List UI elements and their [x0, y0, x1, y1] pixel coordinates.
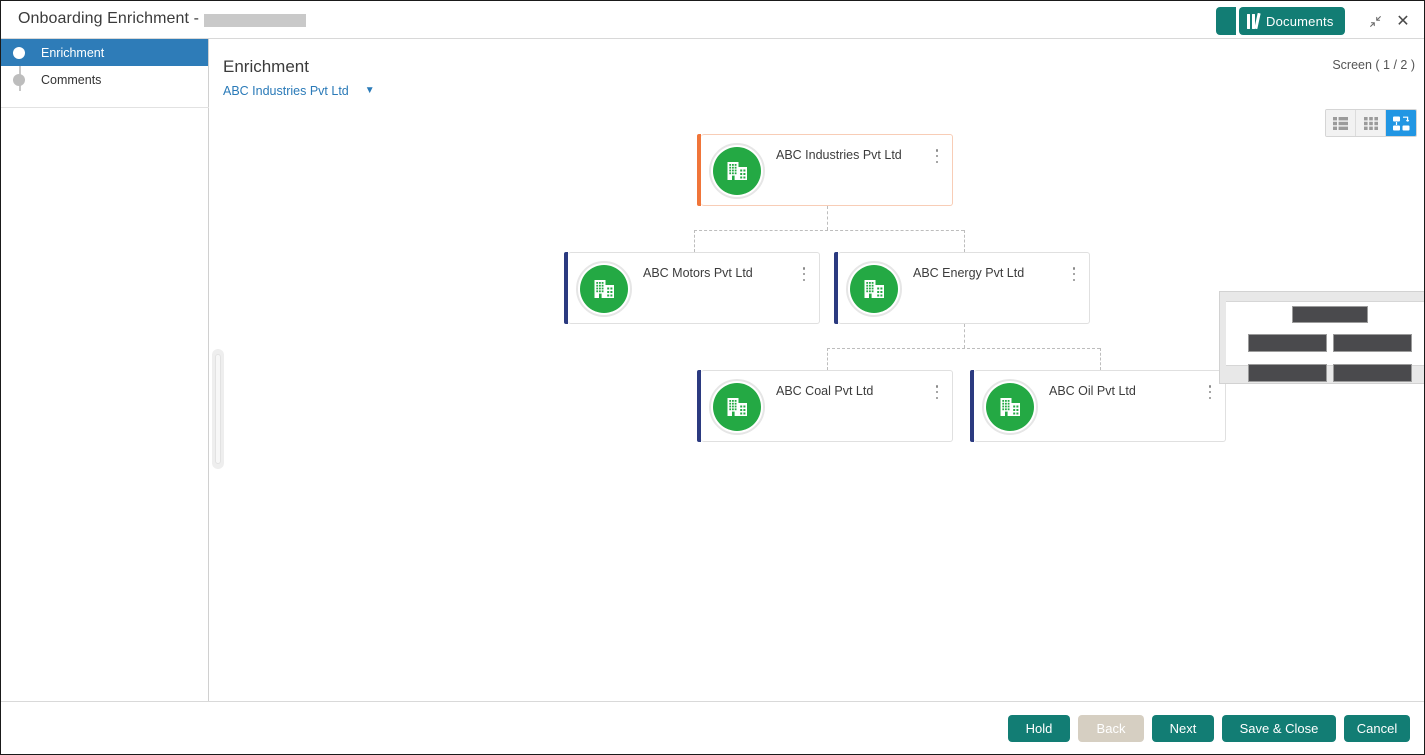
- main-content: Enrichment ABC Industries Pvt Ltd ▼ Scre…: [209, 39, 1424, 701]
- hold-button[interactable]: Hold: [1008, 715, 1070, 742]
- kebab-menu-icon[interactable]: [932, 148, 942, 164]
- avatar: [576, 261, 632, 317]
- avatar: [709, 143, 765, 199]
- node-accent-bar: [834, 252, 838, 324]
- step-dot-icon: [13, 73, 25, 86]
- next-button[interactable]: Next: [1152, 715, 1214, 742]
- back-button: Back: [1078, 715, 1144, 742]
- entity-selector[interactable]: ABC Industries Pvt Ltd ▼: [223, 84, 375, 98]
- tree-node-coal[interactable]: ABC Coal Pvt Ltd: [697, 370, 953, 442]
- node-accent-bar: [564, 252, 568, 324]
- building-icon: [713, 147, 761, 195]
- node-accent-bar: [970, 370, 974, 442]
- chevron-down-icon: ▼: [364, 85, 375, 96]
- node-accent-bar: [697, 134, 701, 206]
- building-icon: [850, 265, 898, 313]
- documents-button-label: Documents: [1266, 13, 1334, 29]
- tree-node-label: ABC Energy Pvt Ltd: [913, 266, 1025, 280]
- onboarding-enrichment-window: Onboarding Enrichment - Documents ✕ Enri…: [0, 0, 1425, 755]
- building-icon: [713, 383, 761, 431]
- redacted-block: [1333, 334, 1412, 352]
- tree-node-oil[interactable]: ABC Oil Pvt Ltd: [970, 370, 1226, 442]
- entity-selector-value: ABC Industries Pvt Ltd: [223, 84, 349, 98]
- tree-connector: [964, 324, 965, 348]
- avatar: [846, 261, 902, 317]
- redacted-block: [1248, 334, 1327, 352]
- tree-connector: [827, 348, 828, 370]
- tree-connector: [964, 230, 965, 252]
- sidebar-item-enrichment[interactable]: Enrichment: [1, 39, 208, 66]
- window-title: Onboarding Enrichment -: [18, 10, 200, 27]
- kebab-menu-icon[interactable]: [799, 266, 809, 282]
- tree-node-root[interactable]: ABC Industries Pvt Ltd: [697, 134, 953, 206]
- redacted-block: [1333, 364, 1412, 382]
- cancel-button[interactable]: Cancel: [1344, 715, 1410, 742]
- tree-node-label: ABC Oil Pvt Ltd: [1049, 384, 1136, 398]
- sidebar-item-label: Enrichment: [41, 45, 105, 60]
- building-icon: [986, 383, 1034, 431]
- redacted-overlay-panel: [1219, 291, 1424, 384]
- step-dot-icon: [13, 46, 25, 59]
- books-icon: [1247, 12, 1261, 29]
- close-icon[interactable]: ✕: [1393, 11, 1413, 31]
- list-view-button[interactable]: [1326, 110, 1356, 136]
- redacted-block: [1248, 364, 1327, 382]
- tree-node-label: ABC Coal Pvt Ltd: [776, 384, 874, 398]
- sidebar: Enrichment Comments: [1, 39, 209, 701]
- sidebar-item-comments[interactable]: Comments: [1, 66, 208, 93]
- sidebar-divider: [1, 107, 209, 108]
- kebab-menu-icon[interactable]: [1205, 384, 1215, 400]
- title-bar: Onboarding Enrichment - Documents ✕: [1, 1, 1424, 39]
- restore-down-icon[interactable]: [1365, 11, 1385, 31]
- tree-node-energy[interactable]: ABC Energy Pvt Ltd: [834, 252, 1090, 324]
- tree-connector: [1100, 348, 1101, 370]
- tree-connector: [694, 230, 695, 252]
- avatar: [709, 379, 765, 435]
- page-title: Enrichment: [223, 57, 309, 76]
- footer-action-bar: Hold Back Next Save & Close Cancel: [1, 701, 1424, 754]
- tree-connector: [827, 206, 828, 230]
- tree-connector: [694, 230, 964, 231]
- view-toggle-group: [1325, 109, 1417, 137]
- hierarchy-tree-canvas: ABC Industries Pvt Ltd ABC Motors Pvt Lt…: [209, 134, 1424, 701]
- node-accent-bar: [697, 370, 701, 442]
- kebab-menu-icon[interactable]: [1069, 266, 1079, 282]
- avatar: [982, 379, 1038, 435]
- documents-side-tab[interactable]: [1216, 7, 1236, 35]
- building-icon: [580, 265, 628, 313]
- window-title-redacted-value: [204, 14, 306, 27]
- kebab-menu-icon[interactable]: [932, 384, 942, 400]
- documents-button[interactable]: Documents: [1239, 7, 1345, 35]
- tree-connector: [827, 348, 1100, 349]
- tree-node-label: ABC Motors Pvt Ltd: [643, 266, 753, 280]
- redacted-block: [1292, 306, 1368, 323]
- tree-node-motors[interactable]: ABC Motors Pvt Ltd: [564, 252, 820, 324]
- screen-counter: Screen ( 1 / 2 ): [1332, 58, 1415, 72]
- save-and-close-button[interactable]: Save & Close: [1222, 715, 1336, 742]
- tree-node-label: ABC Industries Pvt Ltd: [776, 148, 902, 162]
- grid-view-button[interactable]: [1356, 110, 1386, 136]
- tree-view-button[interactable]: [1386, 110, 1416, 136]
- sidebar-item-label: Comments: [41, 72, 102, 87]
